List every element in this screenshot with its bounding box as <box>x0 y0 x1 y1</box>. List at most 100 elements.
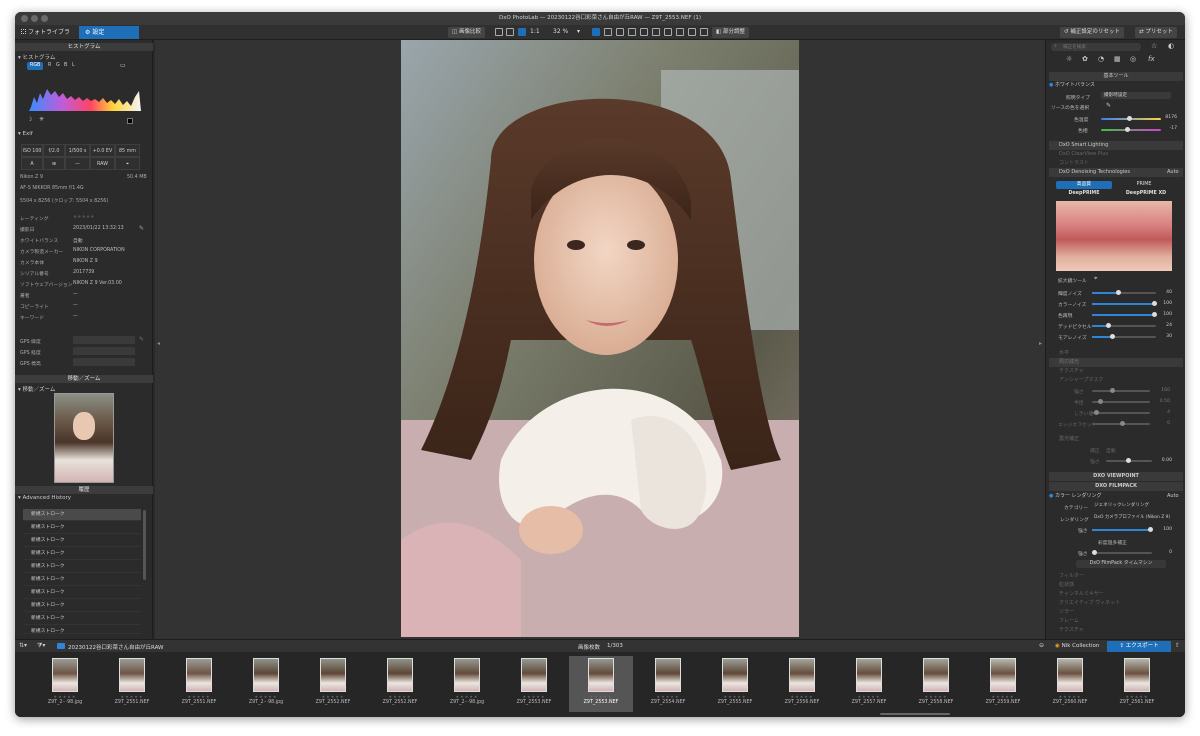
detail-icon[interactable]: ◔ <box>1098 55 1104 63</box>
red-eye-icon[interactable] <box>676 28 684 36</box>
tab-photo-library[interactable]: フォトライブラリ <box>15 26 79 49</box>
exposure-mode-value[interactable]: 自動 <box>1106 447 1116 454</box>
filmpack-item[interactable]: チャンネルミキサー <box>1049 590 1183 599</box>
filmpack-item[interactable]: 粒状感 <box>1049 581 1183 590</box>
channel-l[interactable]: L <box>69 62 78 70</box>
intensity-value[interactable]: 100 <box>1156 527 1172 532</box>
denoise-header[interactable]: DxO Denoising Technologies Auto <box>1049 168 1183 177</box>
slider-knob[interactable] <box>1106 323 1111 328</box>
prime-option[interactable]: PRIME <box>1116 181 1172 189</box>
history-item[interactable]: 新規ストローク <box>23 509 141 521</box>
unsharp-edge-slider[interactable] <box>1092 421 1150 426</box>
gps-lon-field[interactable] <box>73 347 135 355</box>
slider-knob[interactable] <box>1098 399 1103 404</box>
move-tool-icon[interactable] <box>518 28 526 36</box>
thumbnail-selected[interactable]: ★★★★★ Z9T_2553.NEF <box>569 656 633 712</box>
sort-icon[interactable]: ⇅▾ <box>19 642 27 649</box>
history-item[interactable]: 新規ストローク <box>23 522 141 534</box>
filmpack-item[interactable]: フィルター <box>1049 572 1183 581</box>
slider-value[interactable]: 0.50 <box>1154 399 1170 404</box>
thumbnail[interactable]: ★★★★★ Z9T_2558.NEF <box>904 656 968 712</box>
crosshair-icon[interactable]: ⌖ <box>1094 275 1097 283</box>
slider-value[interactable]: 40 <box>1156 290 1172 295</box>
history-item[interactable]: 新規ストローク <box>23 561 141 573</box>
thumbnail-stars[interactable]: ★★★★★ <box>636 694 700 699</box>
thumbnail[interactable]: ★★★★★ Z9T_2···98.jpg <box>234 656 298 712</box>
history-scrollbar[interactable] <box>143 510 146 580</box>
clearview-header[interactable]: DxO ClearView Plus <box>1049 150 1183 159</box>
thumbnail-stars[interactable]: ★★★★★ <box>502 694 566 699</box>
slider-knob[interactable] <box>1127 116 1132 121</box>
loupe-icon[interactable] <box>506 28 514 36</box>
history-panel-header[interactable]: 履歴 <box>15 486 153 494</box>
exposure-header[interactable]: 露光補正 <box>1049 435 1183 444</box>
preset-button[interactable]: ⇄ プリセット <box>1135 27 1177 38</box>
perspective-icon[interactable] <box>628 28 636 36</box>
tint-value[interactable]: -17 <box>1161 126 1177 131</box>
star-icon[interactable]: ☆ <box>1151 42 1157 50</box>
slider-value[interactable]: 100 <box>1156 312 1172 317</box>
shadow-clip-icon[interactable]: ☽ <box>27 116 32 123</box>
history-item[interactable]: 新規ストローク <box>23 535 141 547</box>
move-zoom-panel-header[interactable]: 移動／ズーム <box>15 375 153 383</box>
thumbnail-stars[interactable]: ★★★★★ <box>1038 694 1102 699</box>
thumbnail-stars[interactable]: ★★★★★ <box>837 694 901 699</box>
thumbnail-stars[interactable]: ★★★★★ <box>33 694 97 699</box>
export-button[interactable]: ⇪ エクスポート <box>1107 641 1171 652</box>
settings-circle-icon[interactable]: ⊖ <box>1039 642 1044 649</box>
thumbnail[interactable]: ★★★★★ Z9T_2555.NEF <box>703 656 767 712</box>
slider-value[interactable]: 30 <box>1156 334 1172 339</box>
histogram-subheader[interactable]: ▾ ヒストグラム <box>18 53 55 61</box>
close-window-icon[interactable] <box>21 15 28 22</box>
history-item[interactable]: 新規ストローク <box>23 613 141 625</box>
viewpoint-header[interactable]: DXO VIEWPOINT <box>1049 472 1183 481</box>
color-rendering-mode[interactable]: Auto <box>1167 492 1179 501</box>
temp-slider[interactable] <box>1101 116 1161 121</box>
white-balance-header[interactable]: ● ホワイトバランス <box>1049 81 1183 90</box>
fx-icon[interactable]: fx <box>1148 55 1155 63</box>
slider-knob[interactable] <box>1110 388 1115 393</box>
preset-type-select[interactable]: 撮影時設定 <box>1101 92 1171 99</box>
slider-knob[interactable] <box>1110 334 1115 339</box>
protect-slider[interactable] <box>1092 550 1152 555</box>
history-item[interactable]: 新規ストローク <box>23 587 141 599</box>
effects-icon[interactable]: ◎ <box>1130 55 1136 63</box>
tab-customize[interactable]: ⚙ 設定 <box>79 26 139 39</box>
local-adjustments-button[interactable]: ◧ 部分調整 <box>712 27 749 38</box>
rendering-select[interactable]: DxO カメラプロファイル (Nikon Z 9) <box>1092 514 1176 521</box>
color-icon[interactable]: ✿ <box>1082 55 1088 63</box>
light-icon[interactable]: ☼ <box>1066 55 1072 63</box>
deepprime-xd-option[interactable]: DeepPRIME XD <box>1116 190 1176 198</box>
filter-icon[interactable]: ⧩▾ <box>37 642 45 650</box>
thumbnail[interactable]: ★★★★★ Z9T_2551.NEF <box>100 656 164 712</box>
thumbnail-stars[interactable]: ★★★★★ <box>435 694 499 699</box>
thumbnail[interactable]: ★★★★★ Z9T_2559.NEF <box>971 656 1035 712</box>
slider-knob[interactable] <box>1094 410 1099 415</box>
timemachine-button[interactable]: DxO FilmPack タイムマシン <box>1076 560 1166 568</box>
color-swatch[interactable] <box>127 118 133 124</box>
filmpack-item[interactable]: ソラー <box>1049 608 1183 617</box>
deepprime-option[interactable]: DeepPRIME <box>1056 190 1112 198</box>
unsharp-header[interactable]: アンシャープマスク <box>1049 376 1183 385</box>
moire-slider[interactable] <box>1092 334 1156 339</box>
retouch-icon[interactable] <box>640 28 648 36</box>
chevron-down-icon[interactable]: ▾ <box>577 28 580 35</box>
minimize-window-icon[interactable] <box>31 15 38 22</box>
texture-header[interactable]: テクスチャ <box>1049 367 1183 376</box>
thumbnail-stars[interactable]: ★★★★★ <box>703 694 767 699</box>
thumbnail[interactable]: ★★★★★ Z9T_2552.NEF <box>301 656 365 712</box>
split-view-icon[interactable] <box>495 28 503 36</box>
protect-value[interactable]: 0 <box>1156 550 1172 555</box>
filmpack-item[interactable]: フレーム <box>1049 617 1183 626</box>
image-viewer[interactable]: ◂ ▸ <box>155 40 1045 650</box>
highlight-clip-icon[interactable]: ✳ <box>39 116 44 123</box>
detail-slider[interactable] <box>1092 312 1157 317</box>
eyedropper-icon[interactable]: ✎ <box>1106 102 1111 109</box>
thumbnail[interactable]: ★★★★★ Z9T_2556.NEF <box>770 656 834 712</box>
thumbnail[interactable]: ★★★★★ Z9T_2···98.jpg <box>33 656 97 712</box>
thumbnail-stars[interactable]: ★★★★★ <box>971 694 1035 699</box>
slider-value[interactable]: 100 <box>1156 301 1172 306</box>
basic-tools-header[interactable]: 基本ツール <box>1049 72 1183 81</box>
intensity-slider[interactable] <box>1092 527 1153 532</box>
filmpack-item[interactable]: クリエイティブ ヴィネット <box>1049 599 1183 608</box>
